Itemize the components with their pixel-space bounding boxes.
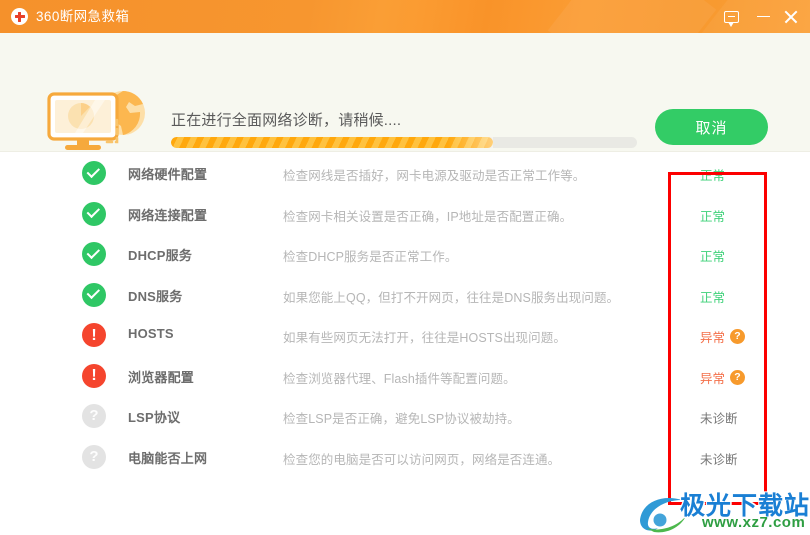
diagnostic-row: ? 电脑能否上网 检查您的电脑是否可以访问网页，网络是否连通。 未诊断 (0, 436, 810, 477)
diagnostic-item-name: HOSTS (128, 326, 174, 341)
question-circle-icon: ? (82, 404, 106, 428)
watermark-url: www.xz7.com (702, 514, 806, 531)
close-icon[interactable] (780, 0, 802, 33)
app-window: 360断网急救箱 正在进行全面网络诊断，请稍候.... 取消 网络硬件配置 检查… (0, 0, 810, 535)
diagnostic-item-status: 异常? (700, 327, 764, 346)
exclamation-circle-icon: ! (82, 323, 106, 347)
status-badge: 未诊断 (700, 452, 738, 467)
title-bar: 360断网急救箱 (0, 0, 810, 33)
diagnostic-item-description: 如果您能上QQ，但打不开网页，往往是DNS服务出现问题。 (283, 290, 620, 305)
diagnostic-item-name: 电脑能否上网 (128, 450, 208, 466)
check-circle-icon (82, 161, 106, 185)
diagnostic-item-description: 如果有些网页无法打开，往往是HOSTS出现问题。 (283, 331, 566, 345)
diagnostic-item-name: 浏览器配置 (128, 369, 195, 385)
diagnostic-item-description: 检查DHCP服务是否正常工作。 (283, 250, 458, 264)
check-circle-icon (82, 201, 106, 226)
diagnostic-item-description: 检查浏览器代理、Flash插件等配置问题。 (283, 371, 516, 386)
app-title: 360断网急救箱 (36, 9, 130, 24)
diagnostic-row: ? LSP协议 检查LSP是否正确，避免LSP协议被劫持。 未诊断 (0, 395, 810, 436)
check-circle-icon (82, 242, 106, 266)
diagnostic-row: DHCP服务 检查DHCP服务是否正常工作。 正常 (0, 233, 810, 274)
title-bar-sheen-left (547, 0, 717, 33)
diagnostic-row: ! HOSTS 如果有些网页无法打开，往往是HOSTS出现问题。 异常? (0, 314, 810, 355)
status-badge: 正常 (700, 169, 726, 183)
diagnostic-item-status: 异常? (700, 368, 764, 387)
diagnostic-header-panel: 正在进行全面网络诊断，请稍候.... 取消 (0, 33, 810, 152)
help-question-icon[interactable]: ? (730, 369, 746, 385)
diagnostic-status-text: 正在进行全面网络诊断，请稍候.... (171, 112, 402, 129)
diagnostic-progress-bar (171, 137, 637, 148)
check-circle-icon (82, 282, 106, 307)
watermark: 极光下载站 www.xz7.com (636, 486, 810, 535)
diagnostic-item-status: 未诊断 (700, 449, 764, 468)
diagnostic-item-description: 检查您的电脑是否可以访问网页，网络是否连通。 (283, 452, 561, 467)
first-aid-cross-icon (11, 8, 28, 25)
monitor-globe-network-icon (47, 90, 151, 152)
diagnostic-item-name: DHCP服务 (128, 248, 193, 263)
help-question-icon[interactable]: ? (730, 329, 746, 344)
diagnostic-row: ! 浏览器配置 检查浏览器代理、Flash插件等配置问题。 异常? (0, 355, 810, 396)
status-badge: 异常 (700, 371, 726, 386)
feedback-message-icon[interactable] (718, 0, 744, 33)
progress-fill (171, 137, 493, 148)
diagnostic-item-status: 未诊断 (700, 408, 764, 427)
status-badge: 正常 (700, 209, 726, 224)
diagnostic-row: 网络硬件配置 检查网线是否插好，网卡电源及驱动是否正常工作等。 正常 (0, 152, 810, 193)
diagnostic-item-status: 正常 (700, 287, 764, 306)
cancel-button[interactable]: 取消 (655, 109, 768, 145)
diagnostic-item-description: 检查网线是否插好，网卡电源及驱动是否正常工作等。 (283, 169, 586, 183)
diagnostic-row: DNS服务 如果您能上QQ，但打不开网页，往往是DNS服务出现问题。 正常 (0, 274, 810, 315)
status-badge: 异常 (700, 331, 726, 345)
diagnostic-row: 网络连接配置 检查网卡相关设置是否正确，IP地址是否配置正确。 正常 (0, 193, 810, 234)
diagnostic-item-name: DNS服务 (128, 288, 183, 304)
diagnostic-item-status: 正常 (700, 206, 764, 225)
exclamation-circle-icon: ! (82, 363, 106, 388)
diagnostic-item-status: 正常 (700, 165, 764, 184)
diagnostic-item-name: 网络连接配置 (128, 207, 208, 223)
status-badge: 正常 (700, 290, 726, 305)
diagnostic-item-name: 网络硬件配置 (128, 167, 208, 182)
status-badge: 正常 (700, 250, 726, 264)
diagnostic-item-name: LSP协议 (128, 410, 181, 425)
question-circle-icon: ? (82, 444, 106, 469)
status-badge: 未诊断 (700, 412, 738, 426)
diagnostic-item-status: 正常 (700, 246, 764, 265)
minimize-icon[interactable] (752, 0, 774, 33)
diagnostic-list: 网络硬件配置 检查网线是否插好，网卡电源及驱动是否正常工作等。 正常 网络连接配置 检查… (0, 152, 810, 476)
diagnostic-item-description: 检查网卡相关设置是否正确，IP地址是否配置正确。 (283, 209, 573, 224)
diagnostic-item-description: 检查LSP是否正确，避免LSP协议被劫持。 (283, 412, 520, 426)
